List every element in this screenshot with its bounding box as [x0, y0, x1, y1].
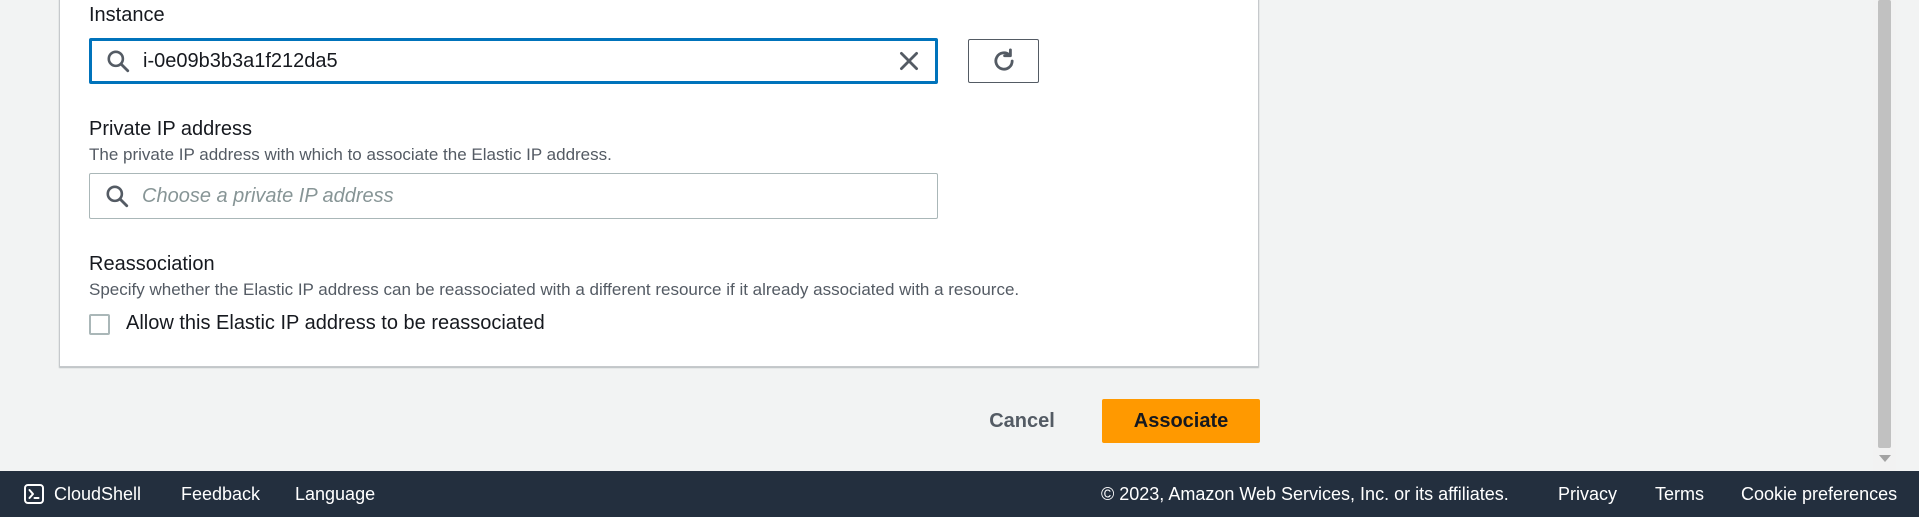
cloudshell-icon: [24, 484, 44, 504]
language-link[interactable]: Language: [295, 471, 375, 517]
close-icon[interactable]: [896, 48, 922, 74]
console-footer: CloudShell Feedback Language © 2023, Ama…: [0, 471, 1919, 517]
reassociation-label: Reassociation: [89, 253, 215, 275]
search-icon: [107, 50, 130, 73]
associate-button[interactable]: Associate: [1102, 399, 1260, 443]
reassociation-description: Specify whether the Elastic IP address c…: [89, 280, 1020, 299]
instance-label: Instance: [89, 4, 165, 26]
privacy-link[interactable]: Privacy: [1558, 471, 1617, 517]
scroll-down-arrow-icon[interactable]: [1879, 455, 1891, 462]
cloudshell-label: CloudShell: [54, 483, 142, 504]
instance-value[interactable]: i-0e09b3b3a1f212da5: [143, 50, 338, 73]
scrollbar-thumb[interactable]: [1878, 0, 1891, 448]
private-ip-description: The private IP address with which to ass…: [89, 145, 612, 164]
reassociate-checkbox-label[interactable]: Allow this Elastic IP address to be reas…: [126, 312, 545, 335]
feedback-link[interactable]: Feedback: [181, 471, 260, 517]
refresh-button[interactable]: [968, 39, 1039, 83]
refresh-icon: [993, 48, 1014, 71]
private-ip-label: Private IP address: [89, 118, 253, 140]
instance-search-input[interactable]: i-0e09b3b3a1f212da5: [89, 38, 938, 84]
terms-link[interactable]: Terms: [1655, 471, 1704, 517]
private-ip-placeholder: Choose a private IP address: [142, 184, 394, 207]
cancel-button[interactable]: Cancel: [970, 399, 1074, 443]
cookie-preferences-link[interactable]: Cookie preferences: [1741, 471, 1897, 517]
cloudshell-button[interactable]: CloudShell: [24, 471, 141, 517]
page-scrollbar[interactable]: [1873, 0, 1896, 471]
copyright-text: © 2023, Amazon Web Services, Inc. or its…: [1101, 483, 1509, 504]
page-content: Instance i-0e09b3b3a1f212da5 Private IP …: [0, 0, 1896, 471]
reassociate-checkbox[interactable]: [89, 314, 110, 335]
search-icon: [106, 185, 129, 208]
private-ip-search-input[interactable]: Choose a private IP address: [89, 173, 938, 219]
